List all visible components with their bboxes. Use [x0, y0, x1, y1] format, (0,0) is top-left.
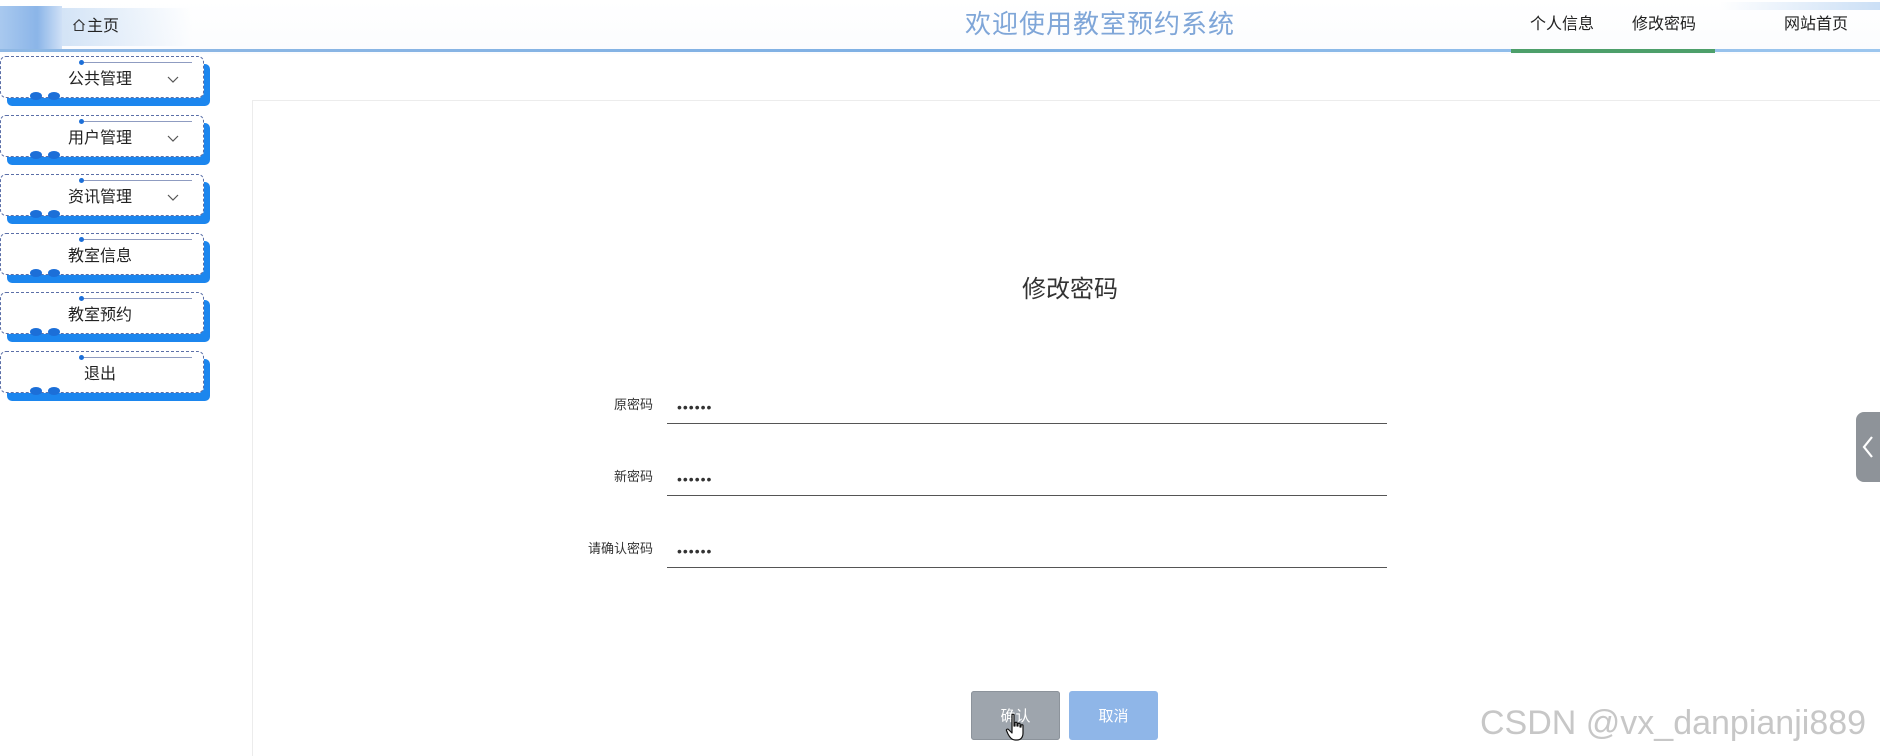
home-link[interactable]: 主页: [72, 14, 119, 38]
sidebar-item-label: 教室预约: [67, 305, 132, 324]
header-decoration-right: [1720, 2, 1880, 10]
page-title: 修改密码: [1022, 275, 1118, 303]
sidebar-item-classroom-booking[interactable]: 教室预约: [0, 292, 210, 342]
app-title: 欢迎使用教室预约系统: [964, 10, 1235, 40]
top-link-profile[interactable]: 个人信息: [1530, 13, 1594, 35]
old-password-label: 原密码: [613, 398, 653, 413]
top-link-website-home[interactable]: 网站首页: [1784, 13, 1848, 35]
sidebar-item-user-management[interactable]: 用户管理: [0, 115, 210, 165]
active-link-underline: [1511, 49, 1715, 53]
sidebar-item-news-management[interactable]: 资讯管理: [0, 174, 210, 224]
sidebar-item-logout[interactable]: 退出: [0, 351, 210, 401]
new-password-label: 新密码: [613, 470, 653, 485]
confirm-password-label: 请确认密码: [587, 542, 653, 557]
sidebar-item-public-management[interactable]: 公共管理: [0, 56, 210, 106]
header-decoration-left: [0, 6, 62, 50]
new-password-field[interactable]: [667, 462, 1387, 496]
sidebar-item-classroom-info[interactable]: 教室信息: [0, 233, 210, 283]
old-password-field[interactable]: [667, 390, 1387, 424]
chevron-left-icon: [1862, 436, 1873, 458]
pointer-cursor-icon: [1005, 713, 1024, 741]
top-header: 主页 欢迎使用教室预约系统 个人信息 修改密码 网站首页: [0, 0, 1880, 54]
confirm-password-field[interactable]: [667, 534, 1387, 568]
sidebar-item-label: 教室信息: [67, 246, 132, 265]
home-icon: [73, 19, 85, 32]
sidebar-item-label: 退出: [83, 364, 116, 383]
home-link-label: 主页: [87, 16, 120, 35]
chevron-down-icon: [167, 194, 179, 201]
collapse-panel-tab[interactable]: [1856, 412, 1880, 482]
main-content-panel: [252, 100, 1880, 756]
chevron-down-icon: [167, 135, 179, 142]
chevron-down-icon: [167, 76, 179, 83]
top-link-change-password[interactable]: 修改密码: [1632, 13, 1696, 35]
watermark: CSDN @vx_danpianji889: [1480, 704, 1867, 742]
cancel-button[interactable]: 取消: [1069, 691, 1158, 740]
